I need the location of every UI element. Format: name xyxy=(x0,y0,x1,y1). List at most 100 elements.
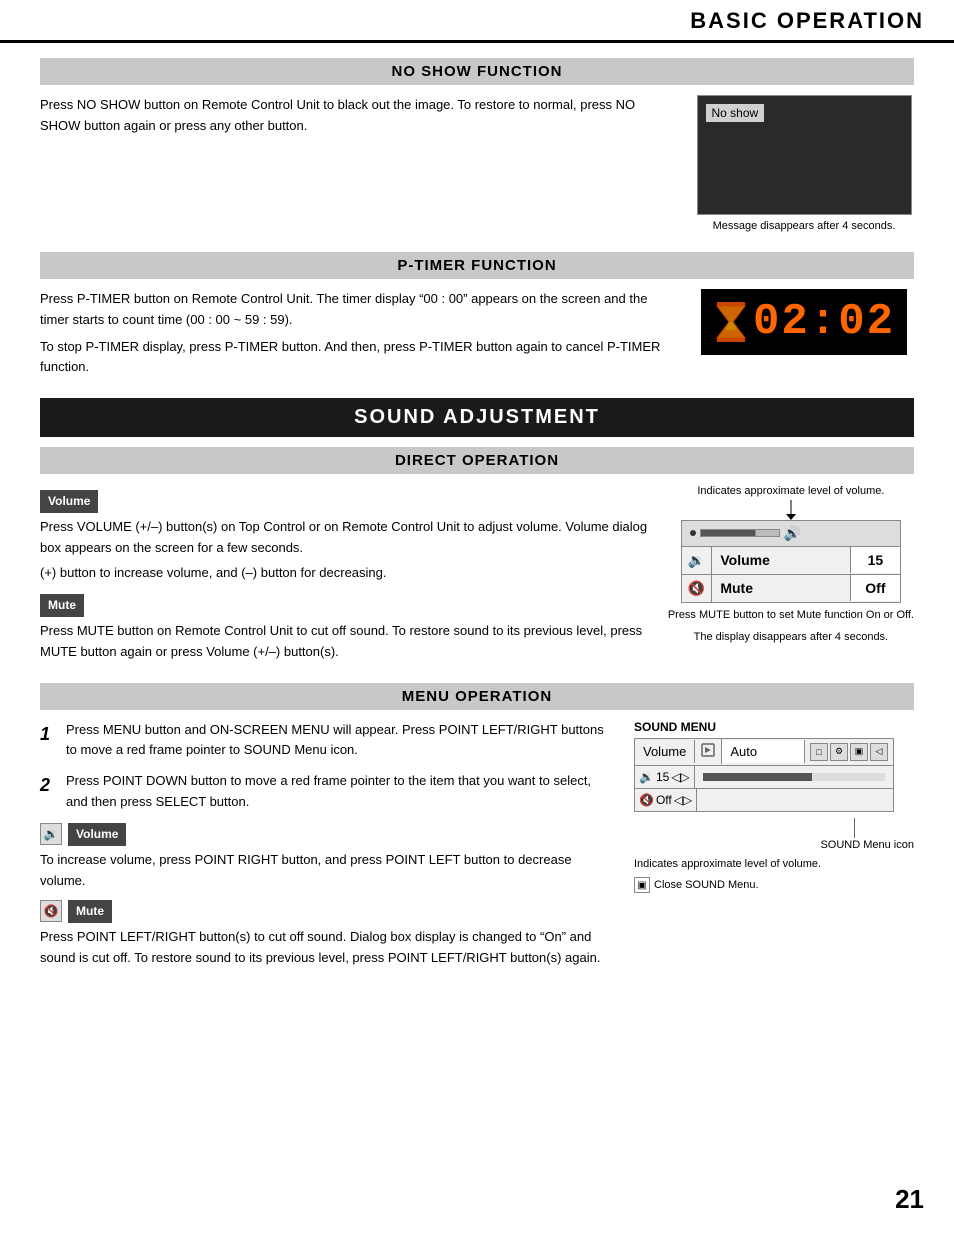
menu-op-text: 1 Press MENU button and ON-SCREEN MENU w… xyxy=(40,720,604,969)
menu-volume-tag-row: 🔉 Volume xyxy=(40,823,604,846)
arrow-line xyxy=(854,818,855,838)
volume-label-cell: Volume xyxy=(712,547,850,573)
smp-speaker-icon: 🔉 xyxy=(639,770,654,784)
ptimer-header: P-TIMER FUNCTION xyxy=(40,252,914,279)
volume-tag: Volume xyxy=(40,490,98,513)
smp-mute-arrows: ◁▷ xyxy=(674,793,692,807)
vol-indicator-bar: 🔊 xyxy=(690,525,801,542)
display-disappears: The display disappears after 4 seconds. xyxy=(694,631,888,643)
smp-icon-btn-4[interactable]: ◁ xyxy=(870,743,888,761)
menu-volume-tag: Volume xyxy=(68,823,126,846)
smp-vol-bar xyxy=(703,773,885,781)
mute-panel-row: 🔇 Mute Off xyxy=(682,574,900,602)
mute-label-cell: Mute xyxy=(712,575,850,601)
menu-mute-tag-row: 🔇 Mute xyxy=(40,900,604,923)
volume-icon-cell: 🔉 xyxy=(682,547,712,574)
mute-value-cell: Off xyxy=(850,575,900,601)
smp-mute-icon: 🔇 xyxy=(639,793,654,807)
menu-volume-desc: To increase volume, press POINT RIGHT bu… xyxy=(40,850,604,892)
ptimer-display: 02:02 xyxy=(701,289,907,355)
menu-volume-icon: 🔉 xyxy=(40,823,62,845)
smp-arrow-icon: ◁▷ xyxy=(671,770,689,784)
smp-vol-bar-area xyxy=(695,771,893,783)
hourglass-icon xyxy=(713,300,749,344)
mute-icon: 🔇 xyxy=(688,580,705,596)
menu-mute-tag: Mute xyxy=(68,900,112,923)
no-show-right: No show Message disappears after 4 secon… xyxy=(694,95,914,232)
volume-speaker-icon: 🔉 xyxy=(688,552,705,569)
smp-icon-btn-1[interactable]: □ xyxy=(810,743,828,761)
menu-mute-icon: 🔇 xyxy=(40,900,62,922)
sound-adjustment-header: SOUND ADJUSTMENT xyxy=(40,398,914,437)
no-show-description: Press NO SHOW button on Remote Control U… xyxy=(40,95,674,137)
sound-menu-panel: Volume Auto □ ⚙ ▣ xyxy=(634,738,894,812)
volume-desc2: (+) button to increase volume, and (–) b… xyxy=(40,563,648,584)
smp-vol-number: 15 xyxy=(656,770,669,784)
smp-icon-btn-3[interactable]: ▣ xyxy=(850,743,868,761)
smp-row3: 🔇 Off ◁▷ xyxy=(635,789,893,811)
volume-panel: 🔊 🔉 Volume 15 xyxy=(681,520,901,603)
smp-vol-label: Volume xyxy=(635,740,695,763)
direct-operation-section: DIRECT OPERATION Volume Press VOLUME (+/… xyxy=(40,447,914,662)
dot-left xyxy=(690,530,696,536)
no-show-section: NO SHOW FUNCTION Press NO SHOW button on… xyxy=(40,58,914,232)
volume-bar xyxy=(700,529,780,537)
no-show-layout: Press NO SHOW button on Remote Control U… xyxy=(40,95,914,232)
ptimer-section: P-TIMER FUNCTION Press P-TIMER button on… xyxy=(40,252,914,378)
sound-waves-icon: 🔊 xyxy=(784,525,801,542)
no-show-header: NO SHOW FUNCTION xyxy=(40,58,914,85)
sound-adjustment-section: SOUND ADJUSTMENT DIRECT OPERATION Volume… xyxy=(40,398,914,968)
step-1-number: 1 xyxy=(40,720,58,749)
step-1: 1 Press MENU button and ON-SCREEN MENU w… xyxy=(40,720,604,762)
smp-icon-svg xyxy=(701,743,715,757)
close-label: Close SOUND Menu. xyxy=(654,879,759,891)
mute-tag: Mute xyxy=(40,594,84,617)
volume-desc: Press VOLUME (+/–) button(s) on Top Cont… xyxy=(40,517,648,559)
page-header: BASIC OPERATION xyxy=(0,0,954,43)
menu-operation-header: MENU OPERATION xyxy=(40,683,914,710)
step-2-number: 2 xyxy=(40,771,58,800)
volume-panel-row: 🔉 Volume 15 xyxy=(682,546,900,574)
smp-icon-label-area xyxy=(634,818,914,838)
direct-op-layout: Volume Press VOLUME (+/–) button(s) on T… xyxy=(40,484,914,662)
ptimer-desc1: Press P-TIMER button on Remote Control U… xyxy=(40,289,674,331)
smp-mute-cell: 🔇 Off ◁▷ xyxy=(635,789,697,811)
smp-off-text: Off xyxy=(656,793,672,807)
smp-icon-cell xyxy=(695,739,722,764)
direct-op-right: Indicates approximate level of volume. xyxy=(668,484,914,643)
volume-panel-top: 🔊 xyxy=(682,521,900,546)
no-show-caption: Message disappears after 4 seconds. xyxy=(713,220,896,232)
smp-icon-btn-2[interactable]: ⚙ xyxy=(830,743,848,761)
mute-desc: Press MUTE button on Remote Control Unit… xyxy=(40,621,648,663)
no-show-display: No show xyxy=(697,95,912,215)
volume-indicator-text: Indicates approximate level of volume. xyxy=(697,484,884,499)
ptimer-right: 02:02 xyxy=(694,289,914,355)
menu-operation-section: MENU OPERATION 1 Press MENU button and O… xyxy=(40,683,914,969)
ptimer-desc2: To stop P-TIMER display, press P-TIMER b… xyxy=(40,337,674,379)
close-sound-menu: ▣ Close SOUND Menu. xyxy=(634,877,914,893)
step-2-text: Press POINT DOWN button to move a red fr… xyxy=(66,771,604,813)
sound-menu-icon-label: SOUND Menu icon xyxy=(634,838,914,853)
menu-mute-desc: Press POINT LEFT/RIGHT button(s) to cut … xyxy=(40,927,604,969)
volume-value-cell: 15 xyxy=(850,547,900,573)
step-2: 2 Press POINT DOWN button to move a red … xyxy=(40,771,604,813)
sound-menu-label: SOUND MENU xyxy=(634,720,914,734)
no-show-display-label: No show xyxy=(706,104,765,122)
mute-icon-cell: 🔇 xyxy=(682,575,712,602)
smp-vol-left: 🔉 15 ◁▷ xyxy=(635,766,695,788)
menu-op-right: SOUND MENU Volume Auto xyxy=(634,720,914,894)
smp-row1: Volume Auto □ ⚙ ▣ xyxy=(635,739,893,766)
mute-caption: Press MUTE button to set Mute function O… xyxy=(668,608,914,623)
approx-level-text: Indicates approximate level of volume. xyxy=(634,857,914,872)
step-1-text: Press MENU button and ON-SCREEN MENU wil… xyxy=(66,720,604,762)
ptimer-text: Press P-TIMER button on Remote Control U… xyxy=(40,289,674,378)
direct-op-text: Volume Press VOLUME (+/–) button(s) on T… xyxy=(40,484,648,662)
smp-row2: 🔉 15 ◁▷ xyxy=(635,766,893,789)
menu-op-layout: 1 Press MENU button and ON-SCREEN MENU w… xyxy=(40,720,914,969)
direct-operation-header: DIRECT OPERATION xyxy=(40,447,914,474)
page-number: 21 xyxy=(895,1184,924,1215)
ptimer-time-display: 02:02 xyxy=(753,297,895,347)
ptimer-layout: Press P-TIMER button on Remote Control U… xyxy=(40,289,914,378)
close-icon-box: ▣ xyxy=(634,877,650,893)
smp-icons-row: □ ⚙ ▣ ◁ xyxy=(805,739,893,765)
